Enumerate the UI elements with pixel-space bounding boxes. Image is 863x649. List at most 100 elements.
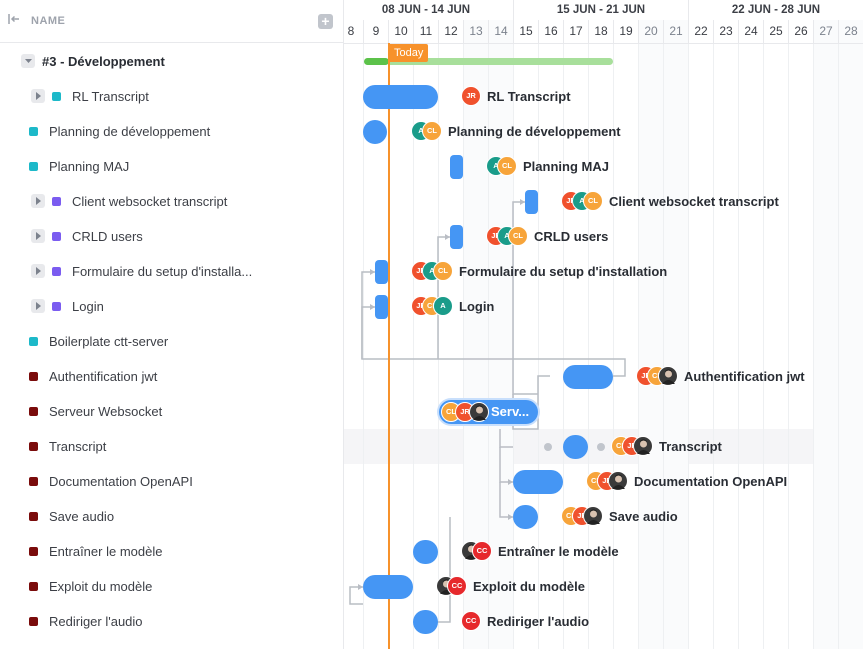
task-row[interactable]: Entraîner le modèle: [0, 534, 344, 569]
task-name[interactable]: Exploit du modèle: [49, 579, 152, 594]
task-bar-entrainer-modele[interactable]: [413, 540, 438, 564]
bar-label[interactable]: Exploit du modèle: [473, 579, 585, 594]
task-name[interactable]: Documentation OpenAPI: [49, 474, 193, 489]
task-bar-authentification-jwt[interactable]: [563, 365, 613, 389]
task-row[interactable]: Login: [0, 289, 344, 324]
group-row[interactable]: #3 - Développement: [0, 44, 344, 79]
user-photo-avatar[interactable]: [608, 471, 628, 491]
task-row[interactable]: Planning de développement: [0, 114, 344, 149]
status-indicator[interactable]: [52, 232, 61, 241]
task-bar-client-websocket[interactable]: [525, 190, 538, 214]
assignee-avatar[interactable]: CC: [472, 541, 492, 561]
user-photo-avatar[interactable]: [469, 402, 489, 422]
bar-label[interactable]: Entraîner le modèle: [498, 544, 619, 559]
task-row[interactable]: Transcript: [0, 429, 344, 464]
status-indicator[interactable]: [29, 337, 38, 346]
bar-label[interactable]: CRLD users: [534, 229, 608, 244]
status-indicator[interactable]: [29, 372, 38, 381]
status-indicator[interactable]: [29, 617, 38, 626]
expand-subtasks-button[interactable]: [31, 229, 45, 243]
task-bar-transcript[interactable]: [563, 435, 588, 459]
task-row[interactable]: RL Transcript: [0, 79, 344, 114]
task-row[interactable]: Formulaire du setup d'installa...: [0, 254, 344, 289]
bar-label[interactable]: Authentification jwt: [684, 369, 805, 384]
task-bar-rediriger-audio[interactable]: [413, 610, 438, 634]
task-row[interactable]: Rediriger l'audio: [0, 604, 344, 639]
task-name[interactable]: Authentification jwt: [49, 369, 157, 384]
status-indicator[interactable]: [29, 407, 38, 416]
drag-handle-left[interactable]: [544, 443, 552, 451]
collapse-group-button[interactable]: [21, 54, 35, 68]
expand-subtasks-button[interactable]: [31, 299, 45, 313]
bar-label[interactable]: Client websocket transcript: [609, 194, 779, 209]
status-indicator[interactable]: [29, 127, 38, 136]
task-name[interactable]: Save audio: [49, 509, 114, 524]
task-name[interactable]: Planning de développement: [49, 124, 210, 139]
bar-label[interactable]: RL Transcript: [487, 89, 571, 104]
assignee-avatar[interactable]: CC: [461, 611, 481, 631]
bar-label[interactable]: Login: [459, 299, 494, 314]
gantt-timeline[interactable]: 8 9 10 11 12 13 14 15 16 17 18 19 20 21 22 23 24 25 26 27 28…: [344, 0, 863, 649]
task-bar-crld-users[interactable]: [450, 225, 463, 249]
expand-subtasks-button[interactable]: [31, 89, 45, 103]
task-row[interactable]: Boilerplate ctt-server: [0, 324, 344, 359]
task-name[interactable]: Serveur Websocket: [49, 404, 162, 419]
task-name[interactable]: Planning MAJ: [49, 159, 129, 174]
name-column-header[interactable]: NAME: [31, 15, 65, 27]
task-name[interactable]: Entraîner le modèle: [49, 544, 162, 559]
assignee-avatar[interactable]: CL: [497, 156, 517, 176]
bar-label[interactable]: Planning MAJ: [523, 159, 609, 174]
task-name[interactable]: Login: [72, 299, 104, 314]
bar-label[interactable]: Rediriger l'audio: [487, 614, 589, 629]
assignee-avatar[interactable]: CL: [422, 121, 442, 141]
user-photo-avatar[interactable]: [583, 506, 603, 526]
status-indicator[interactable]: [29, 442, 38, 451]
expand-subtasks-button[interactable]: [31, 264, 45, 278]
status-indicator[interactable]: [52, 197, 61, 206]
task-name[interactable]: Formulaire du setup d'installa...: [72, 264, 252, 279]
bar-label[interactable]: Save audio: [609, 509, 678, 524]
assignee-avatar[interactable]: CL: [433, 261, 453, 281]
status-indicator[interactable]: [29, 582, 38, 591]
assignee-avatar[interactable]: CL: [583, 191, 603, 211]
status-indicator[interactable]: [52, 302, 61, 311]
task-bar-documentation-openapi[interactable]: [513, 470, 563, 494]
task-row[interactable]: Documentation OpenAPI: [0, 464, 344, 499]
task-name[interactable]: RL Transcript: [72, 89, 149, 104]
task-row[interactable]: Exploit du modèle: [0, 569, 344, 604]
task-bar-exploit-modele[interactable]: [363, 575, 413, 599]
expand-subtasks-button[interactable]: [31, 194, 45, 208]
user-photo-avatar[interactable]: [633, 436, 653, 456]
status-indicator[interactable]: [52, 267, 61, 276]
status-indicator[interactable]: [29, 477, 38, 486]
assignee-avatar[interactable]: A: [433, 296, 453, 316]
task-row[interactable]: Save audio: [0, 499, 344, 534]
task-bar-login[interactable]: [375, 295, 388, 319]
task-row[interactable]: Planning MAJ: [0, 149, 344, 184]
bar-label[interactable]: Transcript: [659, 439, 722, 454]
task-name[interactable]: Boilerplate ctt-server: [49, 334, 168, 349]
task-bar-save-audio[interactable]: [513, 505, 538, 529]
task-bar-planning-maj[interactable]: [450, 155, 463, 179]
task-row[interactable]: Serveur Websocket: [0, 394, 344, 429]
task-name[interactable]: Client websocket transcript: [72, 194, 227, 209]
collapse-sidebar-icon[interactable]: [6, 11, 22, 27]
task-row[interactable]: Client websocket transcript: [0, 184, 344, 219]
assignee-avatar[interactable]: JR: [461, 86, 481, 106]
task-name[interactable]: Rediriger l'audio: [49, 614, 143, 629]
bar-label[interactable]: Documentation OpenAPI: [634, 474, 787, 489]
drag-handle-right[interactable]: [597, 443, 605, 451]
assignee-avatar[interactable]: CL: [508, 226, 528, 246]
bar-label[interactable]: Formulaire du setup d'installation: [459, 264, 667, 279]
status-indicator[interactable]: [29, 162, 38, 171]
task-name[interactable]: CRLD users: [72, 229, 143, 244]
task-bar-formulaire[interactable]: [375, 260, 388, 284]
bar-label[interactable]: Planning de développement: [448, 124, 621, 139]
user-photo-avatar[interactable]: [658, 366, 678, 386]
task-bar-rl-transcript[interactable]: [363, 85, 438, 109]
status-indicator[interactable]: [29, 512, 38, 521]
task-row[interactable]: CRLD users: [0, 219, 344, 254]
status-indicator[interactable]: [29, 547, 38, 556]
status-indicator[interactable]: [52, 92, 61, 101]
add-column-icon[interactable]: +: [318, 14, 333, 29]
